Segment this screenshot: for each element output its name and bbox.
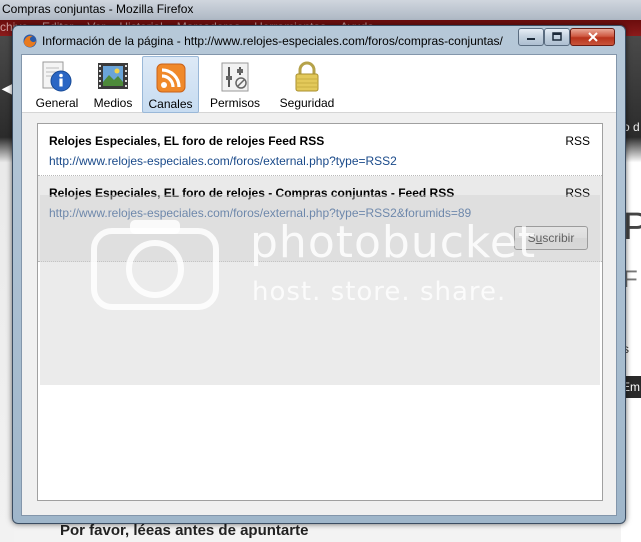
subscribe-button[interactable]: Suscribir — [514, 226, 588, 250]
feed-url: http://www.relojes-especiales.com/foros/… — [49, 206, 472, 220]
feed-url: http://www.relojes-especiales.com/foros/… — [49, 154, 397, 168]
minimize-icon — [527, 38, 535, 40]
page-info-toolbar: General Medios Canales Permisos Segurida… — [22, 55, 616, 113]
dialog-title: Información de la página - http://www.re… — [42, 34, 503, 48]
page-info-dialog: Información de la página - http://www.re… — [12, 25, 626, 524]
subscribe-label-prefix: S — [527, 231, 536, 245]
tab-medios-label: Medios — [93, 96, 133, 110]
close-button[interactable] — [570, 28, 615, 46]
minimize-button[interactable] — [518, 28, 544, 46]
tab-seguridad-label: Seguridad — [279, 96, 335, 110]
tab-general-label: General — [35, 96, 79, 110]
close-icon — [587, 32, 598, 42]
sliders-icon — [221, 62, 249, 92]
padlock-icon — [295, 61, 319, 92]
feed-list[interactable]: Relojes Especiales, EL foro de relojes F… — [37, 123, 603, 501]
tab-canales[interactable]: Canales — [142, 56, 199, 113]
maximize-button[interactable] — [544, 28, 570, 46]
feed-title: Relojes Especiales, EL foro de relojes -… — [49, 186, 455, 200]
firefox-icon — [23, 34, 37, 48]
list-item[interactable]: Relojes Especiales, EL foro de relojes -… — [38, 176, 602, 262]
tab-general[interactable]: General — [32, 56, 82, 113]
feeds-panel: Relojes Especiales, EL foro de relojes F… — [22, 113, 616, 515]
tab-permisos-label: Permisos — [209, 96, 260, 110]
background-window-title: Compras conjuntas - Mozilla Firefox — [0, 0, 641, 20]
tab-canales-label: Canales — [148, 97, 193, 111]
tab-medios[interactable]: Medios — [87, 56, 139, 113]
tab-permisos[interactable]: Permisos — [205, 56, 265, 113]
background-page-heading: Por favor, léeas antes de apuntarte — [60, 522, 309, 539]
feed-title: Relojes Especiales, EL foro de relojes F… — [49, 134, 325, 148]
subscribe-label-suffix: scribir — [542, 231, 575, 245]
dialog-content: General Medios Canales Permisos Segurida… — [21, 54, 617, 516]
list-item[interactable]: Relojes Especiales, EL foro de relojes F… — [38, 124, 602, 176]
tab-seguridad[interactable]: Seguridad — [272, 56, 342, 113]
dialog-titlebar[interactable]: Información de la página - http://www.re… — [13, 26, 625, 54]
info-icon — [42, 61, 72, 92]
feed-type: RSS — [565, 134, 590, 148]
film-icon — [98, 63, 128, 89]
maximize-icon — [552, 32, 562, 41]
feed-type: RSS — [565, 186, 590, 200]
rss-icon — [156, 63, 185, 93]
